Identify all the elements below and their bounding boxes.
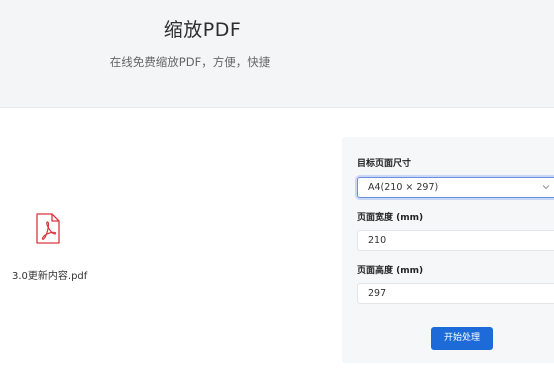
start-process-button[interactable]: 开始处理 xyxy=(431,327,493,350)
page-width-value: 210 xyxy=(368,235,387,246)
page-height-value: 297 xyxy=(368,288,387,299)
page-width-input[interactable]: 210 xyxy=(357,230,554,251)
page-title: 缩放PDF xyxy=(163,19,242,41)
page-header: 缩放PDF 在线免费缩放PDF，方便，快捷 xyxy=(0,0,554,108)
settings-panel: 目标页面尺寸 A4(210 × 297) 页面宽度 (mm) 210 页面高度 … xyxy=(342,137,554,363)
target-size-select[interactable]: A4(210 × 297) xyxy=(357,177,554,198)
pdf-file-icon xyxy=(36,213,60,244)
target-size-value: A4(210 × 297) xyxy=(368,182,439,193)
page-height-label: 页面高度 (mm) xyxy=(357,266,424,276)
chevron-down-icon xyxy=(542,185,550,190)
page-height-input[interactable]: 297 xyxy=(357,283,554,304)
settings-area: 目标页面尺寸 A4(210 × 297) 页面宽度 (mm) 210 页面高度 … xyxy=(327,109,554,371)
target-size-label: 目标页面尺寸 xyxy=(357,159,412,169)
file-area: 3.0更新内容.pdf xyxy=(0,109,327,371)
file-name: 3.0更新内容.pdf xyxy=(12,271,88,282)
page-subtitle: 在线免费缩放PDF，方便，快捷 xyxy=(109,55,271,69)
page-width-label: 页面宽度 (mm) xyxy=(357,213,424,223)
